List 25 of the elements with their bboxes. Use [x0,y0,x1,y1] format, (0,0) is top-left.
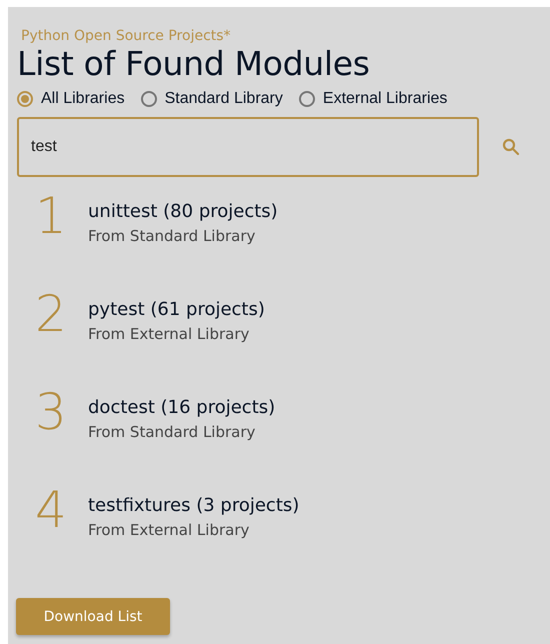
search-field[interactable]: test [17,117,479,177]
radio-icon[interactable] [17,91,33,107]
search-icon[interactable] [502,138,520,156]
module-name[interactable]: doctest (16 projects) [88,397,276,418]
module-name[interactable]: pytest (61 projects) [88,299,265,320]
result-rank: 1 [35,187,68,245]
result-rank: 4 [35,481,68,539]
page-title: List of Found Modules [17,44,371,84]
module-source: From External Library [88,521,250,539]
radio-icon[interactable] [140,91,157,107]
module-source: From External Library [88,325,250,343]
radio-icon[interactable] [298,91,315,107]
radio-label: All Libraries [41,90,125,108]
app-subtitle: Python Open Source Projects* [21,28,231,44]
result-rank: 3 [35,383,68,441]
module-name[interactable]: unittest (80 projects) [88,201,278,222]
module-source: From Standard Library [88,423,256,441]
radio-label: External Libraries [322,90,448,108]
module-name[interactable]: testfixtures (3 projects) [88,495,300,516]
library-radio[interactable]: Standard Library [140,90,283,108]
library-radio[interactable]: All Libraries [17,90,125,108]
result-rank: 2 [35,285,68,343]
radio-label: Standard Library [164,90,283,108]
library-radio[interactable]: External Libraries [298,90,448,108]
module-source: From Standard Library [88,227,256,245]
